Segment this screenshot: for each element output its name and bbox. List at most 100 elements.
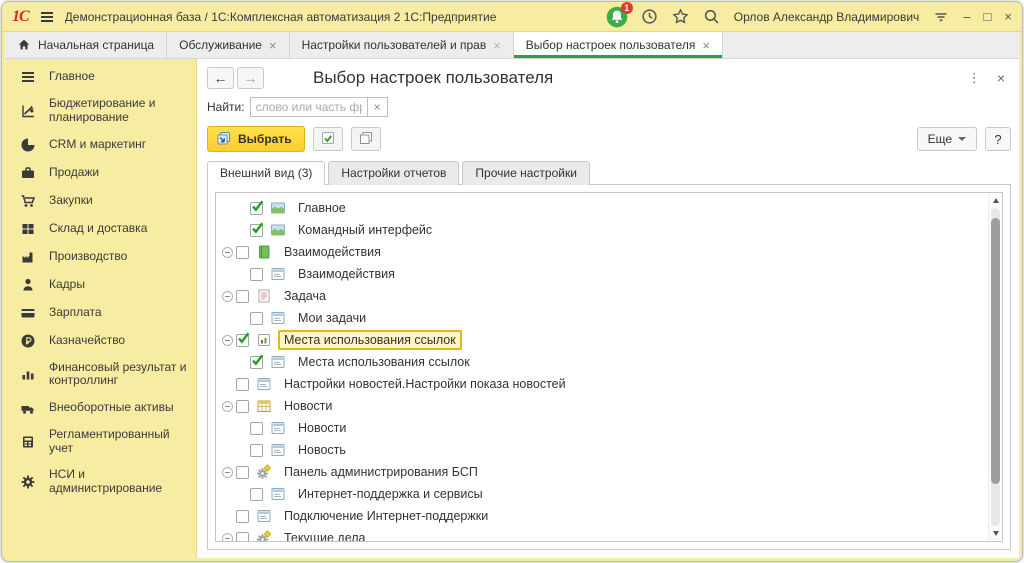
more-button-label: Еще bbox=[928, 132, 952, 146]
minimize-window-icon[interactable]: – bbox=[963, 10, 970, 23]
tree-checkbox[interactable] bbox=[250, 312, 263, 325]
tree-item-label[interactable]: Взаимодействия bbox=[292, 264, 401, 284]
tree-checkbox[interactable] bbox=[250, 444, 263, 457]
page-tab[interactable]: Обслуживание× bbox=[167, 32, 289, 58]
clear-search-icon[interactable]: × bbox=[368, 97, 388, 117]
tree-item-label[interactable]: Новость bbox=[292, 440, 352, 460]
tree-row: Текущие дела bbox=[220, 527, 986, 542]
tree-checkbox[interactable] bbox=[236, 466, 249, 479]
tree-checkbox[interactable] bbox=[236, 510, 249, 523]
sidebar-item[interactable]: Зарплата bbox=[5, 299, 196, 327]
tree-checkbox[interactable] bbox=[236, 532, 249, 543]
tree-item-label[interactable]: Настройки новостей.Настройки показа ново… bbox=[278, 374, 572, 394]
set-flags-button[interactable] bbox=[313, 127, 343, 151]
scroll-up-icon[interactable] bbox=[989, 194, 1002, 207]
help-button[interactable]: ? bbox=[985, 127, 1011, 151]
tree-item-label[interactable]: Панель администрирования БСП bbox=[278, 462, 484, 482]
tree-item-label[interactable]: Места использования ссылок bbox=[278, 330, 462, 350]
sidebar-item[interactable]: Главное bbox=[5, 63, 196, 91]
tree-checkbox[interactable] bbox=[250, 422, 263, 435]
connection-quality-icon[interactable] bbox=[932, 8, 950, 26]
sidebar-item[interactable]: Кадры bbox=[5, 271, 196, 299]
tree-item-label[interactable]: Интернет-поддержка и сервисы bbox=[292, 484, 489, 504]
tree-checkbox[interactable] bbox=[236, 378, 249, 391]
collapse-expander-icon[interactable] bbox=[222, 467, 233, 478]
scrollbar-thumb[interactable] bbox=[991, 218, 1000, 484]
tree-item-label[interactable]: Взаимодействия bbox=[278, 242, 387, 262]
sidebar-item[interactable]: CRM и маркетинг bbox=[5, 131, 196, 159]
collapse-expander-icon[interactable] bbox=[222, 401, 233, 412]
tree-item-label[interactable]: Задача bbox=[278, 286, 332, 306]
copy-button[interactable] bbox=[351, 127, 381, 151]
close-tab-icon[interactable]: × bbox=[493, 39, 501, 52]
1c-logo-icon: 1С bbox=[12, 9, 29, 25]
home-icon bbox=[17, 38, 31, 52]
close-window-icon[interactable]: × bbox=[1004, 10, 1012, 23]
tree-item-label[interactable]: Новости bbox=[278, 396, 338, 416]
sidebar-item[interactable]: Склад и доставка bbox=[5, 215, 196, 243]
close-tab-icon[interactable]: × bbox=[702, 39, 710, 52]
main-menu-icon[interactable] bbox=[39, 9, 55, 25]
tree-item-label[interactable]: Места использования ссылок bbox=[292, 352, 476, 372]
sidebar-item[interactable]: НСИ и администрирование bbox=[5, 462, 196, 502]
form-menu-kebab-icon[interactable]: ⋮ bbox=[968, 70, 981, 86]
tree-checkbox[interactable] bbox=[236, 400, 249, 413]
current-user[interactable]: Орлов Александр Владимирович bbox=[734, 10, 920, 24]
page-tab[interactable]: Настройки пользователей и прав× bbox=[290, 32, 514, 58]
maximize-window-icon[interactable]: □ bbox=[984, 10, 992, 23]
select-button[interactable]: Выбрать bbox=[207, 126, 305, 152]
sidebar-item[interactable]: Бюджетирование и планирование bbox=[5, 91, 196, 131]
collapse-expander-icon[interactable] bbox=[222, 247, 233, 258]
interface-icon bbox=[270, 200, 286, 216]
back-button[interactable]: ← bbox=[207, 67, 234, 89]
vertical-scrollbar[interactable] bbox=[988, 194, 1001, 540]
tree-checkbox[interactable] bbox=[250, 224, 263, 237]
tree-checkbox[interactable] bbox=[250, 488, 263, 501]
tree-checkbox[interactable] bbox=[236, 246, 249, 259]
collapse-expander-icon[interactable] bbox=[222, 335, 233, 346]
form-icon bbox=[270, 354, 286, 370]
tree-checkbox[interactable] bbox=[236, 334, 249, 347]
more-button[interactable]: Еще bbox=[917, 127, 977, 151]
find-input[interactable] bbox=[250, 97, 368, 117]
form-tab[interactable]: Прочие настройки bbox=[462, 161, 589, 185]
collapse-expander-icon[interactable] bbox=[222, 533, 233, 543]
sidebar-item-label: Кадры bbox=[49, 278, 85, 292]
select-button-label: Выбрать bbox=[238, 132, 292, 146]
scroll-down-icon[interactable] bbox=[989, 527, 1002, 540]
page-tab[interactable]: Начальная страница bbox=[5, 32, 167, 58]
tree-item-label[interactable]: Текущие дела bbox=[278, 528, 372, 542]
search-icon[interactable] bbox=[703, 8, 721, 26]
tree-checkbox[interactable] bbox=[250, 202, 263, 215]
history-clock-icon[interactable] bbox=[641, 8, 659, 26]
form-area: ← → Выбор настроек пользователя ⋮ × Найт… bbox=[197, 59, 1019, 558]
form-close-icon[interactable]: × bbox=[997, 70, 1005, 86]
gear-diamond-icon bbox=[256, 464, 272, 480]
tree-checkbox[interactable] bbox=[236, 290, 249, 303]
document-icon bbox=[256, 288, 272, 304]
tree-item-label[interactable]: Мои задачи bbox=[292, 308, 372, 328]
sidebar-item[interactable]: Продажи bbox=[5, 159, 196, 187]
settings-tree: ГлавноеКомандный интерфейсВзаимодействия… bbox=[215, 192, 1003, 542]
form-tab[interactable]: Настройки отчетов bbox=[328, 161, 459, 185]
tree-item-label[interactable]: Подключение Интернет-поддержки bbox=[278, 506, 494, 526]
notifications-bell-icon[interactable]: 1 bbox=[606, 6, 628, 28]
sidebar-item[interactable]: Внеоборотные активы bbox=[5, 394, 196, 422]
sidebar-item[interactable]: Финансовый результат и контроллинг bbox=[5, 355, 196, 395]
tree-checkbox[interactable] bbox=[250, 356, 263, 369]
sidebar-item[interactable]: Закупки bbox=[5, 187, 196, 215]
page-tab[interactable]: Выбор настроек пользователя× bbox=[514, 32, 723, 58]
sidebar-item[interactable]: Производство bbox=[5, 243, 196, 271]
sidebar-item[interactable]: Регламентированный учет bbox=[5, 422, 196, 462]
tree-item-label[interactable]: Новости bbox=[292, 418, 352, 438]
tree-row: Новости bbox=[220, 395, 986, 417]
sidebar-item[interactable]: Казначейство bbox=[5, 327, 196, 355]
collapse-expander-icon[interactable] bbox=[222, 291, 233, 302]
tree-checkbox[interactable] bbox=[250, 268, 263, 281]
close-tab-icon[interactable]: × bbox=[269, 39, 277, 52]
tree-item-label[interactable]: Главное bbox=[292, 198, 352, 218]
form-tab[interactable]: Внешний вид (3) bbox=[207, 161, 325, 185]
tree-item-label[interactable]: Командный интерфейс bbox=[292, 220, 438, 240]
favorites-star-icon[interactable] bbox=[672, 8, 690, 26]
forward-button[interactable]: → bbox=[237, 67, 264, 89]
